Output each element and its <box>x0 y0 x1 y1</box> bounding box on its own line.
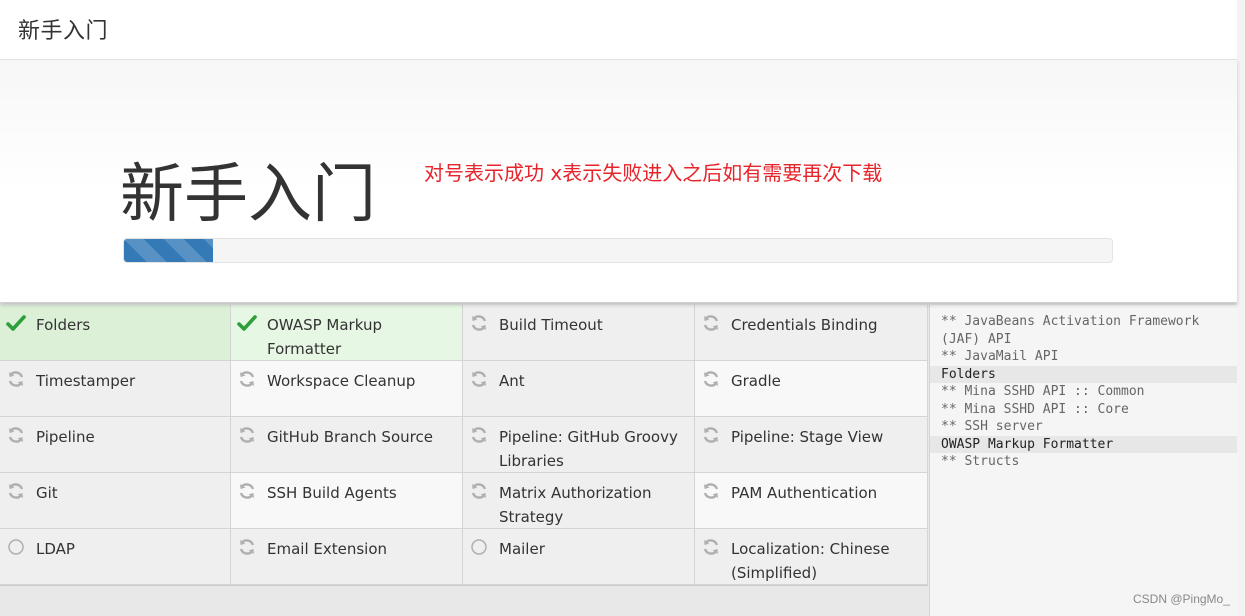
install-progress-fill <box>124 239 213 262</box>
watermark: CSDN @PingMo_ <box>1133 592 1230 606</box>
plugin-name: OWASP Markup Formatter <box>267 316 382 358</box>
refresh-icon <box>701 425 721 445</box>
hero-panel: 新手入门 对号表示成功 x表示失败进入之后如有需要再次下载 <box>0 60 1237 303</box>
plugin-item: Ant <box>463 361 695 417</box>
plugin-grid: Folders OWASP Markup Formatter Build Timeo… <box>0 305 928 586</box>
refresh-icon <box>701 537 721 557</box>
plugin-name: Matrix Authorization Strategy <box>499 484 652 526</box>
plugin-item: Localization: Chinese (Simplified) <box>695 529 928 585</box>
refresh-icon <box>469 481 489 501</box>
checkmark-icon <box>237 313 257 333</box>
plugin-name: PAM Authentication <box>731 484 878 502</box>
circle-icon <box>469 537 489 557</box>
plugin-item: Email Extension <box>231 529 463 585</box>
refresh-icon <box>469 425 489 445</box>
circle-icon <box>6 537 26 557</box>
refresh-icon <box>6 425 26 445</box>
plugin-name: GitHub Branch Source <box>267 428 433 446</box>
plugin-name: Mailer <box>499 540 545 558</box>
plugin-name: Email Extension <box>267 540 388 558</box>
checkmark-icon <box>6 313 26 333</box>
header-title: 新手入门 <box>18 19 109 44</box>
plugin-item: LDAP <box>0 529 231 585</box>
refresh-icon <box>469 313 489 333</box>
refresh-icon <box>6 369 26 389</box>
refresh-icon <box>701 481 721 501</box>
refresh-icon <box>237 425 257 445</box>
plugin-name: Git <box>36 484 58 502</box>
plugin-item: GitHub Branch Source <box>231 417 463 473</box>
plugin-item: Workspace Cleanup <box>231 361 463 417</box>
install-progress-bar <box>123 238 1113 263</box>
log-line: Folders <box>930 365 1237 383</box>
refresh-icon <box>237 481 257 501</box>
refresh-icon <box>237 537 257 557</box>
plugin-item: PAM Authentication <box>695 473 928 529</box>
plugin-item: Build Timeout <box>463 305 695 361</box>
plugin-name: Folders <box>36 316 91 334</box>
plugin-name: Credentials Binding <box>731 316 878 334</box>
plugin-name: Ant <box>499 372 525 390</box>
refresh-icon <box>469 369 489 389</box>
plugin-item: Timestamper <box>0 361 231 417</box>
plugin-name: Pipeline: GitHub Groovy Libraries <box>499 428 678 470</box>
plugin-item: Git <box>0 473 231 529</box>
log-line: ** JavaBeans Activation Framework (JAF) … <box>941 314 1208 347</box>
plugin-item: Pipeline: Stage View <box>695 417 928 473</box>
plugin-item: Matrix Authorization Strategy <box>463 473 695 529</box>
refresh-icon <box>701 369 721 389</box>
plugin-name: Build Timeout <box>499 316 603 334</box>
plugin-name: Gradle <box>731 372 781 390</box>
plugin-item: OWASP Markup Formatter <box>231 305 463 361</box>
plugin-name: Pipeline: Stage View <box>731 428 884 446</box>
window-scrollbar[interactable] <box>1237 0 1245 616</box>
log-line: ** SSH server <box>941 419 1043 434</box>
log-line: ** Mina SSHD API :: Core <box>941 401 1129 417</box>
install-log-panel: ** JavaBeans Activation Framework (JAF) … <box>929 305 1237 616</box>
plugin-item: Pipeline <box>0 417 231 473</box>
plugin-item: Pipeline: GitHub Groovy Libraries <box>463 417 695 473</box>
log-line: ** JavaMail API <box>941 349 1059 364</box>
plugin-name: LDAP <box>36 540 75 558</box>
plugin-name: Localization: Chinese (Simplified) <box>731 540 890 582</box>
plugin-item: Folders <box>0 305 231 361</box>
refresh-icon <box>6 481 26 501</box>
plugin-item: Credentials Binding <box>695 305 928 361</box>
page-title: 新手入门 <box>120 158 376 232</box>
plugin-item: SSH Build Agents <box>231 473 463 529</box>
plugin-item: Gradle <box>695 361 928 417</box>
plugin-item: Mailer <box>463 529 695 585</box>
plugin-name: Timestamper <box>36 372 136 390</box>
plugin-name: SSH Build Agents <box>267 484 397 502</box>
log-line: OWASP Markup Formatter <box>930 435 1237 453</box>
refresh-icon <box>701 313 721 333</box>
annotation-text: 对号表示成功 x表示失败进入之后如有需要再次下载 <box>424 161 883 185</box>
refresh-icon <box>237 369 257 389</box>
log-line: ** Mina SSHD API :: Common <box>941 384 1145 399</box>
log-line: ** Structs <box>941 454 1020 469</box>
plugin-name: Pipeline <box>36 428 95 446</box>
top-header: 新手入门 <box>0 0 1237 60</box>
plugin-name: Workspace Cleanup <box>267 372 416 390</box>
